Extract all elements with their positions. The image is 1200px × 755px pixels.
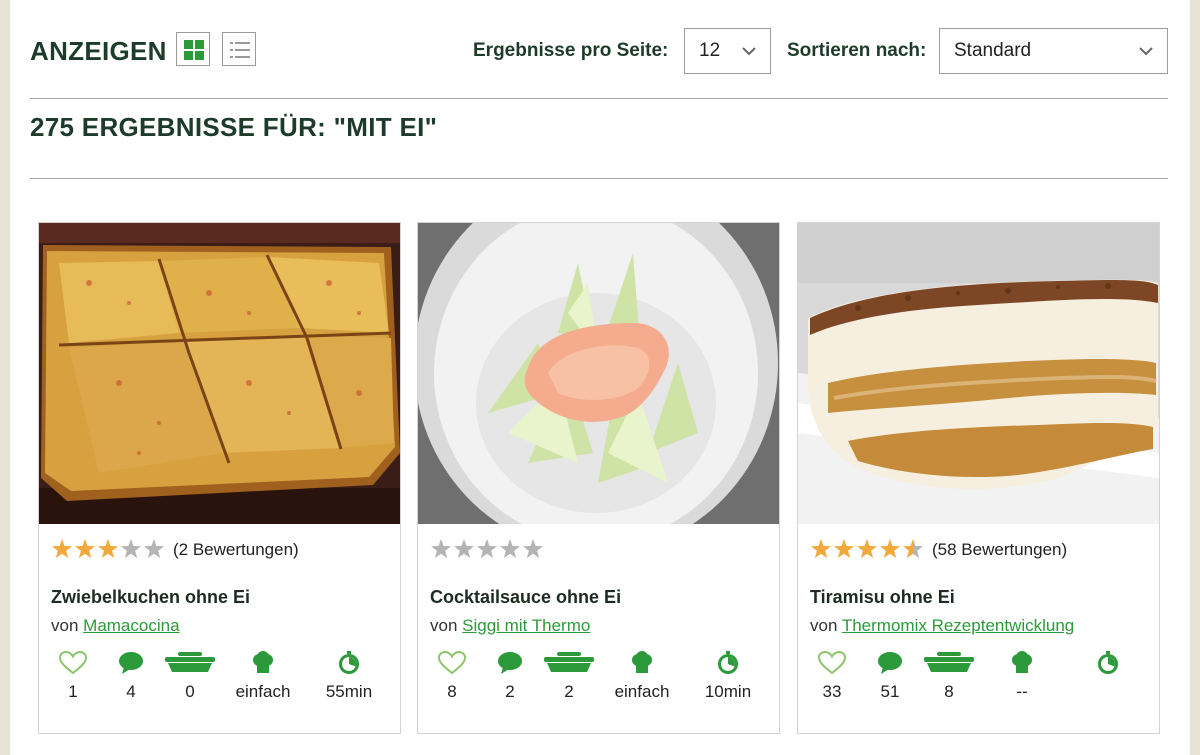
serving-dish-icon	[165, 652, 215, 672]
serving-dish-icon	[924, 652, 974, 672]
stat-servings: 8	[909, 651, 989, 711]
timer-icon	[718, 651, 738, 674]
servings-count: 0	[185, 682, 195, 701]
stat-time	[1068, 651, 1148, 711]
chevron-down-icon	[742, 47, 756, 56]
stat-difficulty: --	[982, 651, 1062, 711]
star-rating-icons	[431, 539, 543, 558]
timer-icon	[339, 651, 359, 674]
stat-servings: 0	[150, 651, 230, 711]
heart-icon	[818, 651, 846, 675]
star-icon	[880, 539, 900, 558]
difficulty-value: --	[1016, 682, 1028, 701]
sort-value: Standard	[954, 40, 1032, 61]
difficulty-value: einfach	[235, 682, 291, 701]
timer-icon	[1098, 651, 1118, 674]
star-icon	[121, 539, 141, 558]
speech-bubble-icon	[498, 652, 522, 674]
sort-select[interactable]: Standard	[939, 28, 1168, 74]
recipe-byline: von Mamacocina	[51, 616, 180, 636]
star-icon	[857, 539, 877, 558]
chevron-down-icon	[1139, 47, 1153, 56]
author-link[interactable]: Thermomix Rezeptentwicklung	[842, 616, 1074, 635]
per-page-select[interactable]: 12	[684, 28, 771, 74]
recipe-title[interactable]: Cocktailsauce ohne Ei	[430, 587, 621, 608]
view-mode-label: ANZEIGEN	[30, 36, 167, 66]
difficulty-value: einfach	[614, 682, 670, 701]
byline-prefix: von	[430, 616, 458, 635]
star-icon	[52, 539, 72, 558]
author-link[interactable]: Mamacocina	[83, 616, 179, 635]
divider	[30, 178, 1168, 179]
heart-icon	[438, 651, 466, 675]
star-icon	[454, 539, 474, 558]
recipe-image-cocktail-sauce[interactable]	[418, 223, 779, 524]
byline-prefix: von	[51, 616, 79, 635]
list-view-button[interactable]	[222, 32, 256, 66]
servings-count: 2	[564, 682, 574, 701]
speech-bubble-icon	[878, 652, 902, 674]
toolbar: ANZEIGEN Ergebnisse pro Seite: 12 Sortie…	[30, 28, 1168, 74]
stat-time: 55min	[309, 651, 389, 711]
divider	[30, 98, 1168, 99]
recipe-stats: 8 2 2 einfach 10min	[418, 651, 779, 711]
star-icon	[144, 539, 164, 558]
star-icon	[500, 539, 520, 558]
recipe-stats: 33 51 8 --	[798, 651, 1159, 711]
star-icon	[477, 539, 497, 558]
stat-difficulty: einfach	[223, 651, 303, 711]
chef-hat-icon	[253, 651, 273, 673]
servings-count: 8	[944, 682, 954, 701]
page: ANZEIGEN Ergebnisse pro Seite: 12 Sortie…	[10, 0, 1190, 755]
time-value: 55min	[325, 682, 373, 701]
results-title: 275 ERGEBNISSE FÜR: "MIT EI"	[30, 112, 438, 142]
stat-time: 10min	[688, 651, 768, 711]
recipe-byline: von Siggi mit Thermo	[430, 616, 590, 636]
recipe-byline: von Thermomix Rezeptentwicklung	[810, 616, 1074, 636]
recipe-card[interactable]: (58 Bewertungen) Tiramisu ohne Ei von Th…	[797, 222, 1160, 734]
recipe-image-tiramisu[interactable]	[798, 223, 1159, 524]
recipe-card[interactable]: Cocktailsauce ohne Ei von Siggi mit Ther…	[417, 222, 780, 734]
star-icon	[903, 539, 923, 558]
recipe-card[interactable]: (2 Bewertungen) Zwiebelkuchen ohne Ei vo…	[38, 222, 401, 734]
sort-label: Sortieren nach:	[787, 40, 927, 61]
grid-view-button[interactable]	[176, 32, 210, 66]
chef-hat-icon	[1012, 651, 1032, 673]
star-icon	[75, 539, 95, 558]
star-rating-icons	[811, 539, 923, 558]
stat-difficulty: einfach	[602, 651, 682, 711]
per-page-label: Ergebnisse pro Seite:	[473, 40, 669, 61]
recipe-title[interactable]: Tiramisu ohne Ei	[810, 587, 955, 608]
stat-servings: 2	[529, 651, 609, 711]
time-value: 10min	[704, 682, 752, 701]
star-icon	[523, 539, 543, 558]
chef-hat-icon	[632, 651, 652, 673]
recipe-stats: 1 4 0 einfach 55min	[39, 651, 400, 711]
recipe-image-onion-tart[interactable]	[39, 223, 400, 524]
heart-icon	[59, 651, 87, 675]
byline-prefix: von	[810, 616, 838, 635]
rating-count: (58 Bewertungen)	[932, 540, 1068, 559]
recipe-title[interactable]: Zwiebelkuchen ohne Ei	[51, 587, 250, 608]
per-page-value: 12	[699, 40, 721, 61]
star-icon	[98, 539, 118, 558]
author-link[interactable]: Siggi mit Thermo	[462, 616, 590, 635]
grid-view-icon	[184, 40, 204, 60]
star-icon	[811, 539, 831, 558]
speech-bubble-icon	[119, 652, 143, 674]
rating-count: (2 Bewertungen)	[173, 540, 299, 559]
star-icon	[834, 539, 854, 558]
star-icon	[431, 539, 451, 558]
list-view-icon	[230, 42, 250, 58]
star-rating-icons	[52, 539, 164, 558]
serving-dish-icon	[544, 652, 594, 672]
